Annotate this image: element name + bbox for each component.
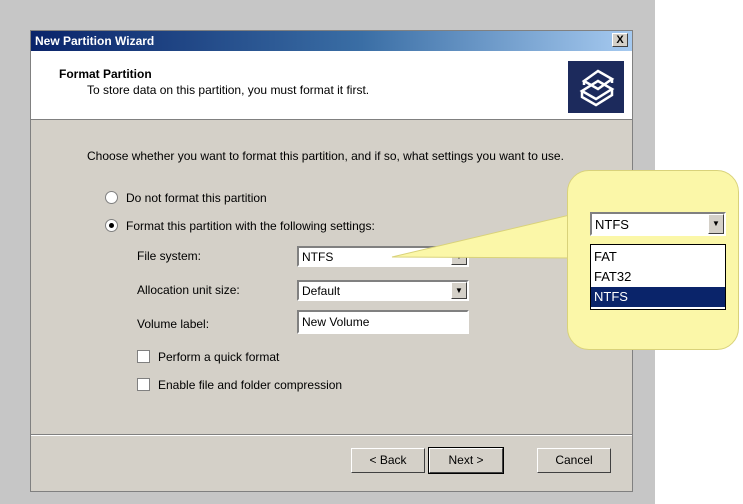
dropdown-option-fat32[interactable]: FAT32 — [591, 267, 725, 287]
volume-label-value: New Volume — [302, 315, 370, 329]
intro-text: Choose whether you want to format this p… — [87, 149, 564, 163]
radio-label: Format this partition with the following… — [126, 219, 375, 233]
chevron-down-icon[interactable]: ▼ — [451, 282, 467, 299]
allocation-unit-value: Default — [302, 284, 341, 298]
volume-label-label: Volume label: — [137, 317, 210, 331]
compression-checkbox[interactable] — [137, 378, 150, 391]
file-system-label: File system: — [137, 249, 202, 263]
radio-button-selected[interactable] — [105, 219, 118, 232]
wizard-header: Format Partition To store data on this p… — [31, 51, 632, 120]
page-title: Format Partition — [59, 67, 152, 81]
file-system-dropdown-list: FAT FAT32 NTFS — [590, 244, 726, 310]
dropdown-option-fat[interactable]: FAT — [591, 247, 725, 267]
chevron-down-icon[interactable]: ▼ — [451, 248, 467, 265]
radio-do-not-format[interactable]: Do not format this partition — [105, 191, 267, 205]
file-system-value: NTFS — [302, 250, 334, 264]
cancel-button[interactable]: Cancel — [537, 448, 611, 473]
wizard-window: New Partition Wizard X Format Partition … — [30, 30, 633, 492]
title-bar: New Partition Wizard X — [31, 31, 632, 51]
checkbox-label: Perform a quick format — [158, 350, 280, 364]
radio-button[interactable] — [105, 191, 118, 204]
page-subtitle: To store data on this partition, you mus… — [87, 83, 370, 97]
quick-format-checkbox-row[interactable]: Perform a quick format — [137, 350, 279, 364]
checkbox-label: Enable file and folder compression — [158, 378, 343, 392]
next-button[interactable]: Next > — [428, 447, 504, 474]
allocation-unit-label: Allocation unit size: — [137, 283, 240, 297]
callout-file-system-select[interactable]: NTFS ▼ — [590, 212, 726, 236]
dropdown-option-ntfs[interactable]: NTFS — [591, 287, 725, 307]
chevron-down-icon[interactable]: ▼ — [708, 214, 724, 234]
back-button[interactable]: < Back — [351, 448, 425, 473]
callout-file-system-value: NTFS — [595, 217, 629, 232]
window-title: New Partition Wizard — [35, 34, 155, 48]
disk-stack-icon — [568, 61, 624, 113]
volume-label-input[interactable]: New Volume — [297, 310, 469, 334]
allocation-unit-select[interactable]: Default ▼ — [297, 280, 469, 301]
quick-format-checkbox[interactable] — [137, 350, 150, 363]
radio-format-with-settings[interactable]: Format this partition with the following… — [105, 219, 375, 233]
button-separator — [31, 434, 632, 436]
close-button[interactable]: X — [612, 33, 628, 47]
radio-label: Do not format this partition — [126, 191, 267, 205]
compression-checkbox-row[interactable]: Enable file and folder compression — [137, 378, 342, 392]
file-system-select[interactable]: NTFS ▼ — [297, 246, 469, 267]
